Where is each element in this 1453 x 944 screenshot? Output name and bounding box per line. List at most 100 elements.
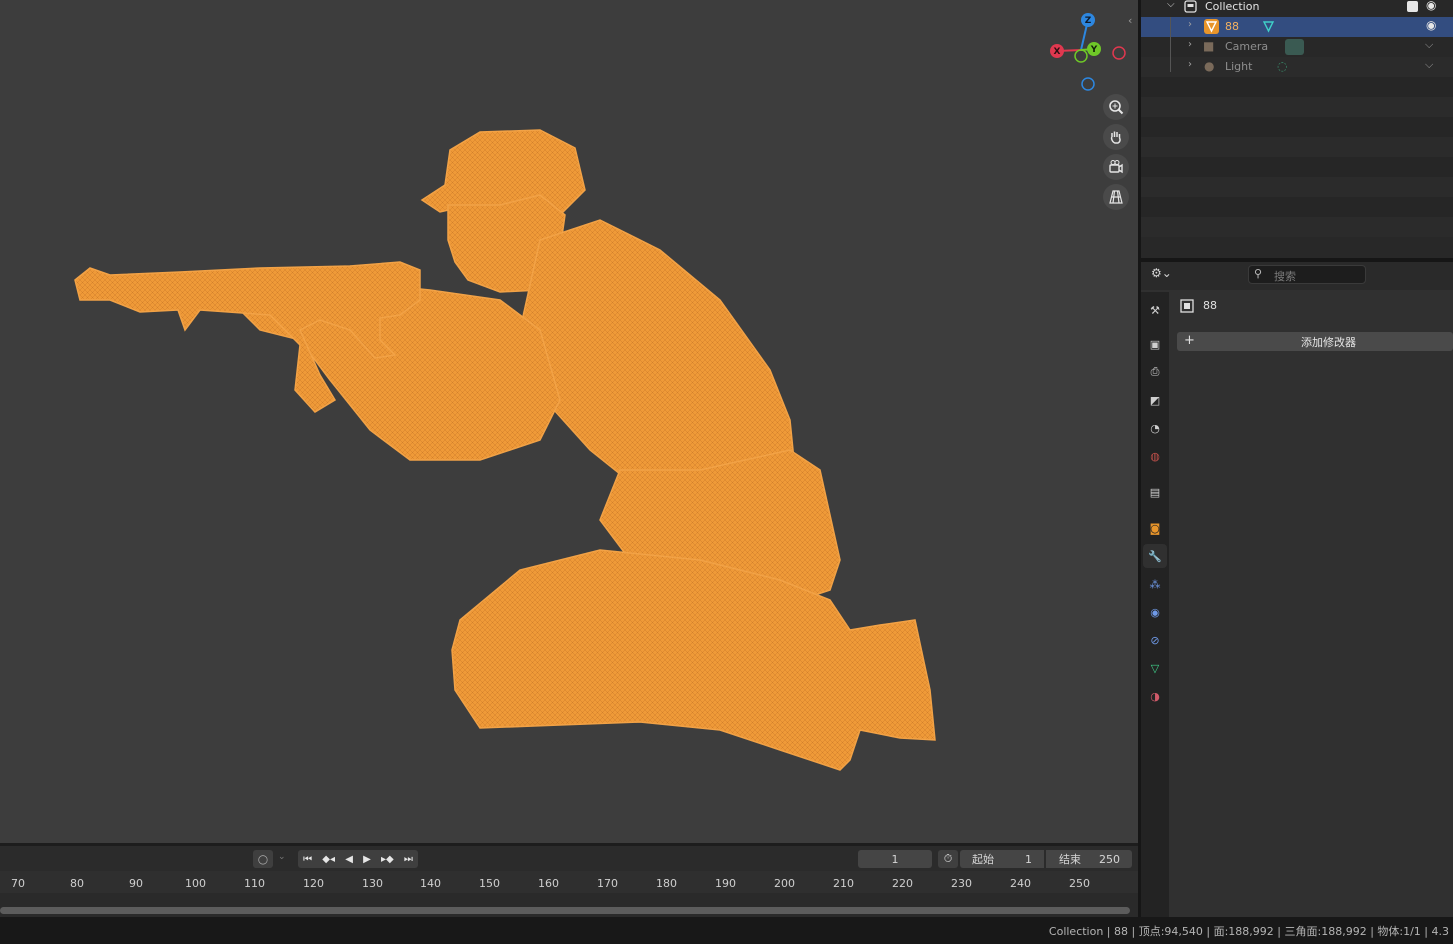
axis-neg-x-icon[interactable]: [1112, 46, 1126, 60]
frame-tick-label: 90: [129, 877, 143, 890]
modifier-tab-icon[interactable]: 🔧: [1143, 544, 1167, 568]
outliner-empty-row: [1141, 177, 1453, 197]
add-modifier-button[interactable]: + 添加修改器: [1177, 332, 1453, 351]
timeline-ruler[interactable]: 70 80 90 100 110 120 130 140 150 160 170…: [0, 871, 1138, 893]
timeline-scrollbar[interactable]: [0, 907, 1130, 914]
physics-tab-icon[interactable]: ◉: [1143, 600, 1167, 624]
outliner-empty-row: [1141, 97, 1453, 117]
frame-tick-label: 100: [185, 877, 206, 890]
svg-text:Z: Z: [1085, 16, 1092, 26]
zoom-icon[interactable]: [1103, 94, 1129, 120]
start-frame-field[interactable]: 起始 1: [960, 850, 1044, 868]
outliner-empty-row: [1141, 77, 1453, 97]
outliner-empty-row: [1141, 117, 1453, 137]
outliner-item-label: Camera: [1225, 40, 1269, 53]
playback-controls: ⏮ ◆◂ ◀ ▶ ▸◆ ⏭: [298, 850, 418, 868]
frame-tick-label: 70: [11, 877, 25, 890]
frame-tick-label: 220: [892, 877, 913, 890]
properties-editor: [1141, 262, 1453, 917]
tool-tab-icon[interactable]: ⚒: [1143, 298, 1167, 322]
sidebar-toggle-icon[interactable]: ‹: [1128, 14, 1132, 27]
frame-tick-label: 80: [70, 877, 84, 890]
navigation-gizmo[interactable]: Z X Y: [1044, 8, 1132, 100]
chevron-down-icon[interactable]: ⌄: [278, 852, 286, 862]
camera-data-icon[interactable]: [1285, 39, 1304, 55]
tree-line: [1170, 17, 1171, 72]
outliner-row-collection[interactable]: ⌵ Collection ◉: [1141, 0, 1453, 17]
render-tab-icon[interactable]: ▣: [1143, 332, 1167, 356]
perspective-grid-icon[interactable]: [1103, 184, 1129, 210]
jump-end-icon[interactable]: ⏭: [404, 854, 413, 865]
auto-key-icon[interactable]: ○: [253, 850, 273, 868]
collection-tab-icon[interactable]: ▤: [1143, 480, 1167, 504]
prev-keyframe-icon[interactable]: ◆◂: [322, 854, 335, 865]
outliner-empty-row: [1141, 137, 1453, 157]
scene-tab-icon[interactable]: ◔: [1143, 416, 1167, 440]
end-value: 250: [1099, 852, 1120, 866]
chevron-down-icon[interactable]: ⌵: [1167, 0, 1175, 10]
next-keyframe-icon[interactable]: ▸◆: [381, 854, 394, 865]
properties-tabs: ⚒ ▣ ⎙ ◩ ◔ ◍ ▤ ◙ 🔧 ⁂ ◉ ⊘ ▽ ◑: [1141, 292, 1169, 917]
object-tab-icon[interactable]: ◙: [1143, 516, 1167, 540]
eye-closed-icon[interactable]: ⌵: [1425, 38, 1433, 52]
eye-icon[interactable]: ◉: [1426, 0, 1436, 12]
search-placeholder: 搜索: [1274, 270, 1296, 283]
frame-tick-label: 110: [244, 877, 265, 890]
material-tab-icon[interactable]: ◑: [1143, 684, 1167, 708]
status-bar: Collection | 88 | 顶点:94,540 | 面:188,992 …: [0, 917, 1453, 944]
frame-tick-label: 200: [774, 877, 795, 890]
soldier-mesh-wireframe[interactable]: [0, 0, 1138, 843]
outliner: ⌵ Collection ◉ › 88 ◉ › ■ Camera ⌵ › ● L…: [1141, 0, 1453, 258]
particles-tab-icon[interactable]: ⁂: [1143, 572, 1167, 596]
stopwatch-icon[interactable]: ⏱: [938, 850, 958, 868]
frame-tick-label: 160: [538, 877, 559, 890]
eye-closed-icon[interactable]: ⌵: [1425, 58, 1433, 72]
play-reverse-icon[interactable]: ◀: [345, 854, 353, 865]
mesh-data-icon[interactable]: [1262, 20, 1275, 33]
pan-hand-icon[interactable]: [1103, 124, 1129, 150]
jump-start-icon[interactable]: ⏮: [303, 854, 312, 865]
world-tab-icon[interactable]: ◍: [1143, 444, 1167, 468]
end-frame-field[interactable]: 结束 250: [1046, 850, 1132, 868]
add-modifier-label: 添加修改器: [1301, 336, 1356, 349]
camera-view-icon[interactable]: [1103, 154, 1129, 180]
frame-tick-label: 120: [303, 877, 324, 890]
play-icon[interactable]: ▶: [363, 854, 371, 865]
end-label: 结束: [1059, 853, 1081, 866]
mesh-object-icon: [1204, 19, 1219, 34]
view-layer-tab-icon[interactable]: ◩: [1143, 388, 1167, 412]
axis-neg-z-icon[interactable]: [1081, 77, 1095, 91]
3d-viewport[interactable]: Z X Y ‹: [0, 0, 1138, 843]
outliner-empty-row: [1141, 217, 1453, 237]
outliner-row-88[interactable]: › 88 ◉: [1141, 17, 1453, 37]
frame-tick-label: 170: [597, 877, 618, 890]
search-input[interactable]: ⚲ 搜索: [1248, 265, 1366, 284]
outliner-row-camera[interactable]: › ■ Camera ⌵: [1141, 37, 1453, 57]
data-tab-icon[interactable]: ▽: [1143, 656, 1167, 680]
outliner-row-light[interactable]: › ● Light ◌ ⌵: [1141, 57, 1453, 77]
frame-tick-label: 250: [1069, 877, 1090, 890]
collection-icon: [1184, 0, 1197, 13]
scene-statistics: Collection | 88 | 顶点:94,540 | 面:188,992 …: [1048, 925, 1449, 938]
current-frame-field[interactable]: 1: [858, 850, 932, 868]
exclude-checkbox[interactable]: [1407, 1, 1418, 12]
axis-neg-y-icon[interactable]: [1074, 49, 1088, 63]
frame-tick-label: 210: [833, 877, 854, 890]
chevron-right-icon[interactable]: ›: [1188, 19, 1192, 30]
chevron-right-icon[interactable]: ›: [1188, 39, 1192, 50]
eye-icon[interactable]: ◉: [1426, 18, 1436, 32]
svg-text:Y: Y: [1090, 45, 1098, 55]
output-tab-icon[interactable]: ⎙: [1143, 360, 1167, 384]
constraints-tab-icon[interactable]: ⊘: [1143, 628, 1167, 652]
object-name-label: 88: [1203, 299, 1217, 312]
search-icon: ⚲: [1254, 267, 1263, 280]
light-data-icon[interactable]: ◌: [1277, 59, 1287, 73]
frame-tick-label: 190: [715, 877, 736, 890]
svg-text:X: X: [1054, 47, 1061, 57]
frame-tick-label: 140: [420, 877, 441, 890]
chevron-right-icon[interactable]: ›: [1188, 59, 1192, 70]
start-label: 起始: [972, 853, 994, 866]
light-object-icon: ●: [1204, 59, 1215, 73]
outliner-empty-row: [1141, 197, 1453, 217]
editor-type-icon[interactable]: ⚙⌄: [1151, 266, 1175, 284]
